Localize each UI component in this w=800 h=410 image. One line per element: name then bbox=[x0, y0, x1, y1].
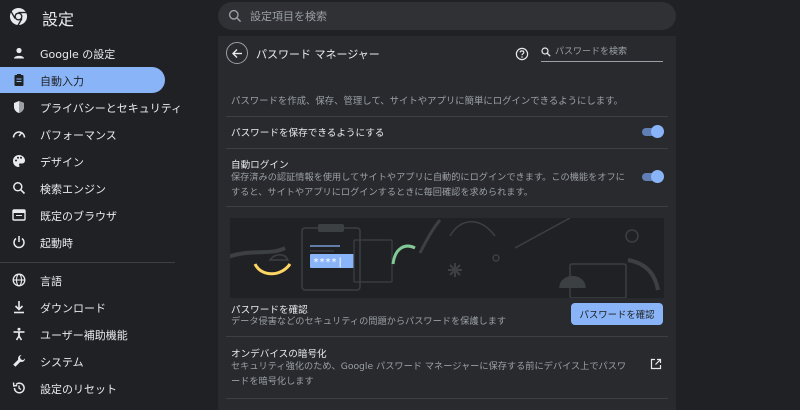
on-device-encryption-title: オンデバイスの暗号化 bbox=[231, 349, 327, 360]
sidebar-item-performance[interactable]: パフォーマンス bbox=[0, 121, 165, 147]
offer-save-passwords-toggle[interactable] bbox=[640, 125, 664, 139]
power-icon bbox=[13, 236, 25, 249]
auto-signin-label: 自動ログイン bbox=[231, 160, 289, 171]
browser-icon bbox=[12, 209, 26, 221]
on-device-encryption-description: セキュリティ強化のため、Google パスワード マネージャーに保存する前にデバ… bbox=[231, 361, 627, 387]
wrench-icon bbox=[13, 355, 25, 367]
checkup-illustration-graphic: ****| bbox=[230, 218, 660, 298]
globe-icon bbox=[12, 273, 26, 287]
shield-icon bbox=[14, 101, 24, 113]
password-search[interactable] bbox=[541, 44, 663, 62]
sidebar-item-languages[interactable]: 言語 bbox=[0, 267, 165, 293]
reset-icon bbox=[12, 382, 25, 394]
sidebar-item-search-engine[interactable]: 検索エンジン bbox=[0, 175, 165, 201]
offer-save-passwords-label: パスワードを保存できるようにする bbox=[231, 128, 385, 139]
password-checkup-illustration: ****| bbox=[230, 218, 664, 298]
page-description: パスワードを作成、保存、管理して、サイトやアプリに簡単にログインできるようにしま… bbox=[231, 96, 623, 107]
top-bar: 設定 bbox=[0, 0, 800, 34]
search-icon bbox=[13, 182, 26, 195]
password-mask-text: ****| bbox=[313, 257, 343, 268]
accessibility-icon bbox=[13, 327, 25, 341]
sidebar-item-label: 検索エンジン bbox=[40, 183, 106, 196]
sidebar-item-reset[interactable]: 設定のリセット bbox=[0, 375, 165, 401]
sidebar-item-label: 設定のリセット bbox=[40, 383, 117, 396]
back-button[interactable] bbox=[226, 42, 248, 64]
auto-signin-toggle[interactable] bbox=[640, 170, 664, 184]
sidebar-item-on-startup[interactable]: 起動時 bbox=[0, 229, 165, 255]
clipboard-icon bbox=[14, 74, 24, 86]
sidebar-item-label: ユーザー補助機能 bbox=[40, 329, 128, 342]
arrow-left-icon bbox=[232, 49, 242, 58]
sidebar-item-label: 既定のブラウザ bbox=[40, 210, 117, 223]
toggle-thumb bbox=[651, 170, 664, 183]
person-icon bbox=[14, 47, 24, 59]
settings-search-input[interactable] bbox=[250, 6, 650, 26]
external-link-icon[interactable] bbox=[650, 358, 662, 370]
chrome-logo-icon bbox=[9, 7, 28, 26]
app-title: 設定 bbox=[42, 10, 75, 29]
speedometer-icon bbox=[12, 131, 26, 138]
sidebar-item-appearance[interactable]: デザイン bbox=[0, 148, 165, 174]
password-manager-card: パスワード マネージャー パスワードを作成、保存、管理して、サイトやアプリに簡単… bbox=[218, 36, 676, 410]
auto-signin-description: 保存済みの認証情報を使用してサイトやアプリに自動的にログインできます。この機能を… bbox=[231, 172, 625, 198]
sidebar-item-label: 起動時 bbox=[40, 237, 73, 250]
toggle-thumb bbox=[651, 125, 664, 138]
sidebar-item-label: システム bbox=[40, 356, 84, 369]
palette-icon bbox=[13, 155, 25, 167]
sidebar-item-accessibility[interactable]: ユーザー補助機能 bbox=[0, 321, 165, 347]
sidebar-divider bbox=[0, 262, 175, 263]
sidebar-item-label: ダウンロード bbox=[40, 302, 106, 315]
sidebar-item-google[interactable]: Google の設定 bbox=[0, 40, 165, 66]
divider bbox=[226, 206, 668, 207]
search-icon bbox=[541, 47, 551, 57]
sidebar-item-label: Google の設定 bbox=[40, 48, 116, 61]
check-passwords-button[interactable]: パスワードを確認 bbox=[571, 303, 663, 325]
divider bbox=[226, 148, 668, 149]
help-icon[interactable] bbox=[515, 47, 529, 61]
divider bbox=[226, 116, 668, 117]
sidebar-item-downloads[interactable]: ダウンロード bbox=[0, 294, 165, 320]
sidebar: Google の設定 自動入力 プライバシーとセキュリティ パフォーマンス デザ… bbox=[0, 38, 182, 410]
page-title: パスワード マネージャー bbox=[256, 48, 380, 61]
sidebar-item-label: 自動入力 bbox=[40, 75, 84, 88]
divider bbox=[226, 336, 668, 337]
sidebar-item-label: 言語 bbox=[40, 275, 62, 288]
sidebar-item-autofill[interactable]: 自動入力 bbox=[0, 67, 165, 93]
sidebar-item-system[interactable]: システム bbox=[0, 348, 165, 374]
password-search-input[interactable] bbox=[555, 45, 661, 59]
download-icon bbox=[14, 301, 24, 314]
settings-search[interactable] bbox=[218, 2, 676, 30]
sidebar-item-label: プライバシーとセキュリティ bbox=[40, 102, 183, 115]
sidebar-item-default-browser[interactable]: 既定のブラウザ bbox=[0, 202, 165, 228]
sidebar-item-privacy[interactable]: プライバシーとセキュリティ bbox=[0, 94, 182, 120]
divider bbox=[226, 398, 668, 399]
sidebar-item-label: デザイン bbox=[40, 156, 84, 169]
search-icon bbox=[228, 9, 242, 23]
sidebar-item-label: パフォーマンス bbox=[40, 129, 117, 142]
